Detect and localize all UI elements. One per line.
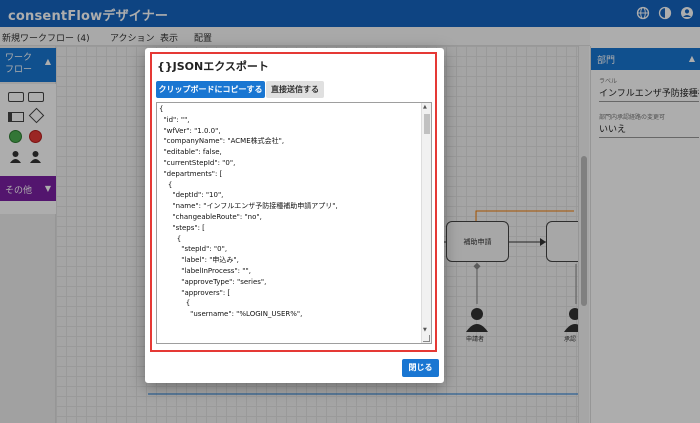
json-scrollbar[interactable]: ▲ ▼ (421, 103, 431, 343)
json-line: "id": "", (159, 115, 190, 124)
json-line: "wfVer": "1.0.0", (159, 126, 221, 135)
scroll-down-icon[interactable]: ▼ (423, 327, 427, 333)
json-line: "currentStepId": "0", (159, 158, 236, 167)
direct-send-button[interactable]: 直接送信する (266, 81, 324, 98)
json-line: "labelInProcess": "", (159, 266, 251, 275)
json-line: "approvers": [ (159, 288, 231, 297)
json-textarea[interactable]: { "id": "", "wfVer": "1.0.0", "companyNa… (156, 102, 432, 344)
json-line: "approveType": "series", (159, 277, 267, 286)
json-line: "label": "申込み", (159, 256, 239, 265)
json-line: "stepId": "0", (159, 245, 228, 254)
json-content: { "id": "", "wfVer": "1.0.0", "companyNa… (159, 104, 421, 320)
copy-to-clipboard-button[interactable]: クリップボードにコピーする (156, 81, 265, 98)
json-line: "username": "%LOGIN_USER%", (159, 310, 303, 319)
dialog-title: {}JSONエクスポート (157, 60, 269, 73)
json-scrollbar-thumb[interactable] (424, 114, 430, 134)
json-line: "deptId": "10", (159, 191, 224, 200)
json-line: "editable": false, (159, 148, 222, 157)
json-line: "steps": [ (159, 223, 205, 232)
json-line: { (159, 299, 191, 308)
resize-handle-icon[interactable] (423, 335, 430, 342)
scroll-up-icon[interactable]: ▲ (423, 104, 427, 110)
json-line: "departments": [ (159, 169, 223, 178)
json-line: { (159, 105, 164, 113)
close-button[interactable]: 閉じる (402, 359, 439, 377)
json-line: "name": "インフルエンザ予防接種補助申請アプリ", (159, 202, 338, 211)
json-line: { (159, 234, 182, 243)
json-line: "companyName": "ACME株式会社", (159, 137, 285, 146)
json-line: { (159, 180, 173, 189)
json-line: "changeableRoute": "no", (159, 212, 262, 221)
